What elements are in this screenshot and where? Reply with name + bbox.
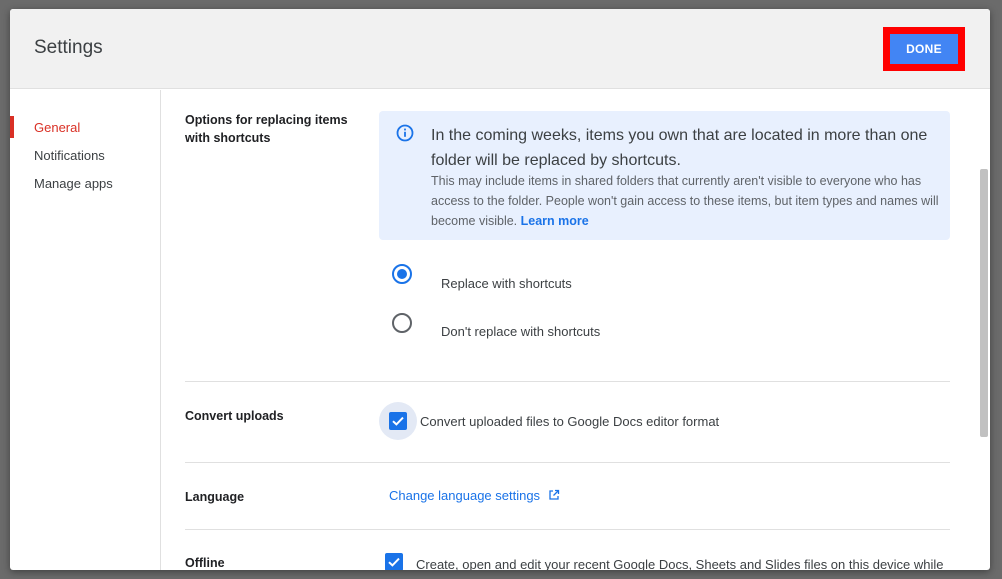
check-icon <box>392 416 404 426</box>
info-heading: In the coming weeks, items you own that … <box>431 127 928 169</box>
change-language-text: Change language settings <box>389 488 541 503</box>
settings-dialog: Settings DONE General Notifications Mana… <box>10 9 990 570</box>
change-language-link[interactable]: Change language settings <box>389 488 560 503</box>
info-icon <box>396 124 414 142</box>
section-divider <box>185 529 950 530</box>
dialog-title: Settings <box>34 37 103 58</box>
sidebar-item-general[interactable]: General <box>34 120 80 135</box>
done-button[interactable]: DONE <box>890 34 958 64</box>
content-scrollbar[interactable] <box>980 169 988 437</box>
external-link-icon <box>549 489 559 500</box>
sidebar-item-notifications[interactable]: Notifications <box>34 148 105 163</box>
learn-more-link[interactable]: Learn more <box>521 214 589 228</box>
convert-uploads-label: Convert uploads <box>185 409 284 423</box>
shortcuts-info-box: In the coming weeks, items you own that … <box>379 111 950 240</box>
replace-shortcuts-label: Replace with shortcuts <box>441 276 572 291</box>
shortcuts-section-label: Options for replacing items with shortcu… <box>185 113 348 145</box>
sidebar-item-manage-apps[interactable]: Manage apps <box>34 176 113 191</box>
dont-replace-shortcuts-label: Don't replace with shortcuts <box>441 324 601 339</box>
info-body-text: This may include items in shared folders… <box>431 174 939 228</box>
dont-replace-shortcuts-radio[interactable] <box>392 313 412 333</box>
done-highlight: DONE <box>883 27 965 71</box>
info-body: This may include items in shared folders… <box>431 171 941 231</box>
settings-content: Options for replacing items with shortcu… <box>161 90 979 570</box>
dialog-header: Settings DONE <box>10 9 990 89</box>
offline-checkbox[interactable] <box>385 553 403 570</box>
settings-sidebar: General Notifications Manage apps <box>10 90 161 570</box>
offline-label: Offline <box>185 556 225 570</box>
active-indicator <box>10 116 14 138</box>
convert-uploads-checkbox[interactable] <box>389 412 407 430</box>
convert-uploads-text: Convert uploaded files to Google Docs ed… <box>420 414 720 429</box>
check-icon <box>388 557 400 567</box>
replace-shortcuts-radio[interactable] <box>392 264 412 284</box>
offline-text: Create, open and edit your recent Google… <box>416 557 944 570</box>
section-divider <box>185 381 950 382</box>
language-label: Language <box>185 490 245 504</box>
section-divider <box>185 462 950 463</box>
